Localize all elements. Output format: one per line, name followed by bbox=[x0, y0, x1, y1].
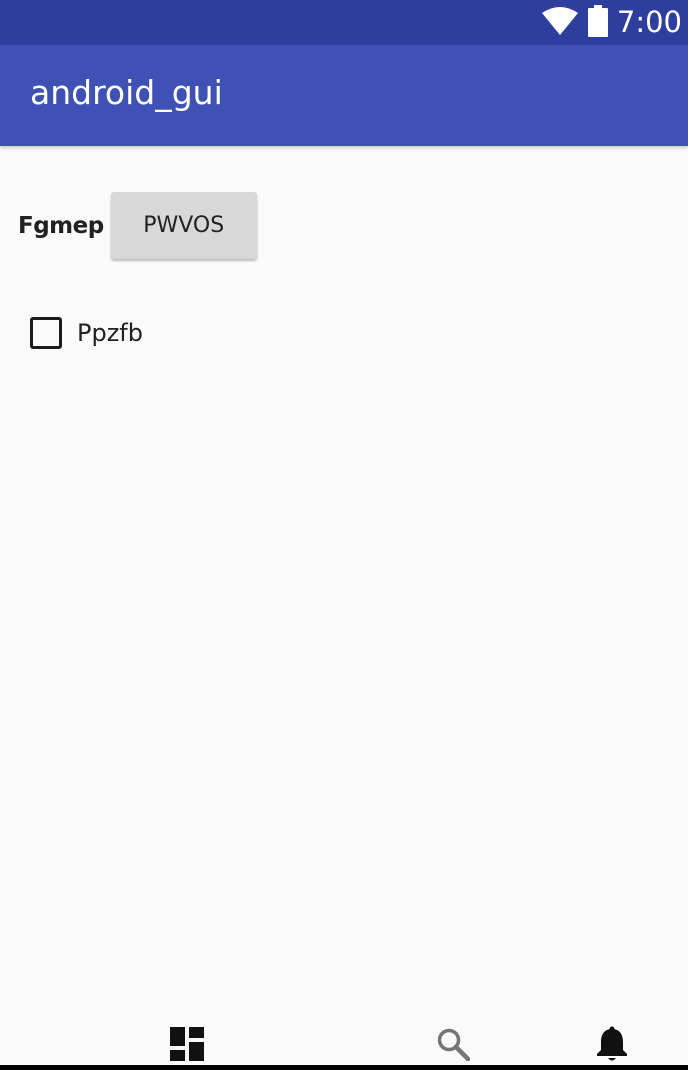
ppzfb-checkbox-label[interactable]: Ppzfb bbox=[77, 319, 143, 347]
app-title: android_gui bbox=[30, 73, 223, 112]
status-time: 7:00 bbox=[616, 5, 682, 39]
ppzfb-checkbox-row[interactable]: Ppzfb bbox=[30, 314, 143, 352]
bottom-edge bbox=[0, 1065, 688, 1070]
dashboard-icon[interactable] bbox=[169, 1026, 205, 1062]
app-bar: android_gui bbox=[0, 45, 688, 146]
label-button-row: Fgmep PWVOS bbox=[18, 192, 257, 259]
status-icons: 7:00 bbox=[541, 0, 682, 45]
ppzfb-checkbox[interactable] bbox=[30, 317, 62, 349]
battery-icon bbox=[587, 4, 609, 41]
pwvos-button[interactable]: PWVOS bbox=[110, 192, 257, 259]
status-bar: 7:00 bbox=[0, 0, 688, 45]
wifi-icon bbox=[541, 6, 579, 40]
fgmep-label: Fgmep bbox=[18, 212, 104, 239]
bottom-navigation bbox=[0, 1010, 688, 1065]
screen: 7:00 android_gui Fgmep PWVOS Ppzfb bbox=[0, 0, 688, 1070]
search-icon[interactable] bbox=[435, 1026, 471, 1062]
notifications-icon[interactable] bbox=[594, 1026, 630, 1062]
